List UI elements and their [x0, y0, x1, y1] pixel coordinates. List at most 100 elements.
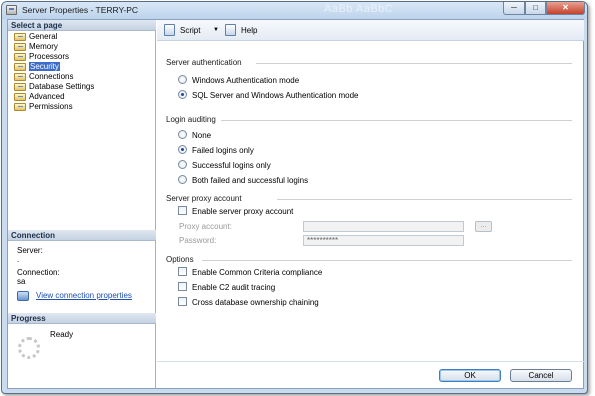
window-title: Server Properties - TERRY-PC: [22, 5, 139, 15]
script-button[interactable]: Script: [180, 25, 200, 36]
app-icon: [6, 5, 17, 15]
progress-section: Ready: [8, 324, 156, 374]
dialog-client-area: Select a page General Memory Processors …: [7, 19, 584, 389]
page-item-memory[interactable]: Memory: [8, 42, 156, 52]
script-icon: [164, 24, 175, 36]
options-heading: Options: [166, 255, 194, 264]
help-button[interactable]: Help: [241, 25, 257, 36]
page-icon: [14, 83, 26, 91]
page-label: Memory: [29, 42, 58, 51]
page-item-connections[interactable]: Connections: [8, 72, 156, 82]
cross-db-chaining-label: Cross database ownership chaining: [192, 298, 319, 307]
connection-section: Server: . Connection: sa View connection…: [8, 242, 156, 322]
footer-divider: [157, 361, 584, 362]
page-item-general[interactable]: General: [8, 32, 156, 42]
page-item-database-settings[interactable]: Database Settings: [8, 82, 156, 92]
password-field[interactable]: **********: [303, 235, 464, 246]
radio-button[interactable]: [178, 75, 187, 85]
checkbox[interactable]: [178, 282, 187, 292]
toolbar: Script ▼ Help: [157, 20, 584, 41]
server-auth-heading: Server authentication: [166, 58, 242, 67]
page-item-advanced[interactable]: Advanced: [8, 92, 156, 102]
audit-both-radio[interactable]: Both failed and successful logins: [178, 175, 309, 186]
proxy-heading: Server proxy account: [166, 194, 242, 203]
connection-properties-icon: [17, 291, 29, 301]
sql-windows-auth-label: SQL Server and Windows Authentication mo…: [192, 91, 359, 100]
page-label: Connections: [29, 72, 74, 81]
cancel-button[interactable]: Cancel: [510, 369, 572, 382]
checkbox[interactable]: [178, 297, 187, 307]
c2-audit-checkbox[interactable]: Enable C2 audit tracing: [178, 282, 276, 293]
common-criteria-label: Enable Common Criteria compliance: [192, 268, 323, 277]
sql-windows-auth-radio[interactable]: SQL Server and Windows Authentication mo…: [178, 90, 359, 101]
login-auditing-heading: Login auditing: [166, 115, 216, 124]
group-divider: [277, 199, 572, 200]
background-text: AaBb AaBbC: [324, 3, 394, 15]
help-icon: [225, 24, 236, 36]
progress-spinner-icon: [18, 337, 40, 359]
page-label: General: [29, 32, 58, 41]
select-page-header: Select a page: [8, 20, 156, 31]
windows-auth-label: Windows Authentication mode: [192, 76, 300, 85]
page-item-processors[interactable]: Processors: [8, 52, 156, 62]
password-label: Password:: [179, 236, 217, 245]
page-item-security[interactable]: Security: [8, 62, 156, 72]
checkbox[interactable]: [178, 267, 187, 277]
enable-proxy-checkbox[interactable]: Enable server proxy account: [178, 206, 294, 217]
page-label: Advanced: [29, 92, 65, 101]
proxy-account-label: Proxy account:: [179, 222, 232, 231]
cross-db-chaining-checkbox[interactable]: Cross database ownership chaining: [178, 297, 319, 308]
radio-button[interactable]: [178, 130, 187, 140]
server-label: Server:: [17, 246, 43, 255]
connection-label: Connection:: [17, 268, 60, 277]
connection-header: Connection: [8, 230, 156, 241]
connection-value: sa: [17, 277, 26, 286]
proxy-account-field[interactable]: [303, 221, 464, 232]
page-item-permissions[interactable]: Permissions: [8, 102, 156, 112]
progress-status: Ready: [50, 330, 74, 339]
server-value: .: [17, 255, 20, 264]
windows-auth-radio[interactable]: Windows Authentication mode: [178, 75, 300, 86]
title-bar[interactable]: Server Properties - TERRY-PC AaBb AaBbC …: [2, 2, 587, 19]
group-divider: [202, 260, 572, 261]
browse-proxy-button[interactable]: ...: [475, 221, 492, 232]
group-divider: [256, 63, 572, 64]
progress-header: Progress: [8, 313, 156, 324]
radio-button[interactable]: [178, 175, 187, 185]
enable-proxy-label: Enable server proxy account: [192, 207, 294, 216]
page-icon: [14, 73, 26, 81]
security-page: Server authentication Windows Authentica…: [157, 43, 572, 373]
audit-both-label: Both failed and successful logins: [192, 176, 309, 185]
page-label: Database Settings: [29, 82, 95, 91]
page-list: General Memory Processors Security Conne…: [8, 32, 156, 112]
page-label: Permissions: [29, 102, 73, 111]
server-properties-window: Server Properties - TERRY-PC AaBb AaBbC …: [1, 1, 588, 394]
common-criteria-checkbox[interactable]: Enable Common Criteria compliance: [178, 267, 323, 278]
audit-successful-radio[interactable]: Successful logins only: [178, 160, 271, 171]
c2-audit-label: Enable C2 audit tracing: [192, 283, 276, 292]
page-label: Processors: [29, 52, 70, 61]
page-icon: [14, 63, 26, 71]
page-label: Security: [29, 62, 60, 71]
page-icon: [14, 103, 26, 111]
page-icon: [14, 43, 26, 51]
minimize-button[interactable]: ─: [503, 2, 525, 15]
page-icon: [14, 93, 26, 101]
group-divider: [221, 120, 572, 121]
close-button[interactable]: ✕: [546, 2, 585, 15]
page-icon: [14, 33, 26, 41]
maximize-button[interactable]: □: [525, 2, 546, 15]
view-connection-properties-link[interactable]: View connection properties: [36, 291, 132, 300]
script-dropdown-arrow[interactable]: ▼: [213, 25, 219, 36]
radio-button[interactable]: [178, 145, 187, 155]
checkbox[interactable]: [178, 206, 187, 216]
radio-button[interactable]: [178, 160, 187, 170]
left-pane: Select a page General Memory Processors …: [8, 20, 156, 388]
ok-button[interactable]: OK: [439, 369, 501, 382]
audit-failed-label: Failed logins only: [192, 146, 254, 155]
audit-none-radio[interactable]: None: [178, 130, 211, 141]
audit-successful-label: Successful logins only: [192, 161, 271, 170]
audit-failed-radio[interactable]: Failed logins only: [178, 145, 254, 156]
page-icon: [14, 53, 26, 61]
radio-button[interactable]: [178, 90, 187, 100]
